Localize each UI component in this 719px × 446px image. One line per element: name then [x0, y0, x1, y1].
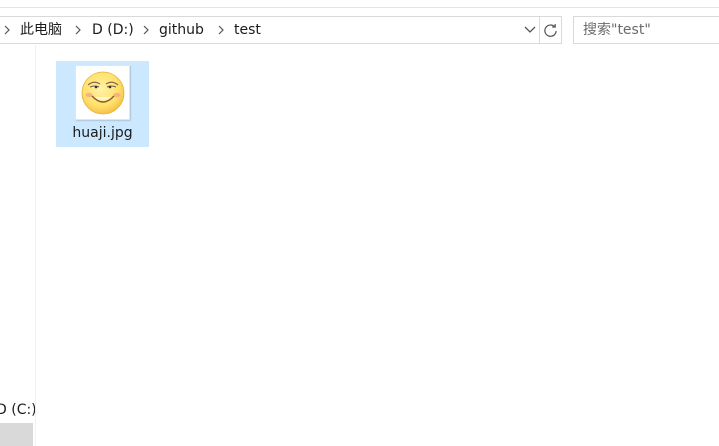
breadcrumb-item-test[interactable]: test [234, 21, 261, 39]
search-box[interactable] [573, 16, 719, 44]
breadcrumb-item-github[interactable]: github [159, 21, 204, 39]
breadcrumb-item-this-pc[interactable]: 此电脑 [20, 21, 62, 39]
search-input[interactable] [583, 21, 719, 39]
chevron-right-icon[interactable] [0, 17, 14, 43]
chevron-down-icon[interactable] [520, 17, 540, 43]
address-bar[interactable]: 此电脑 D (D:) github test [0, 16, 562, 44]
refresh-icon[interactable] [540, 17, 561, 43]
file-item[interactable]: huaji.jpg [56, 61, 149, 147]
file-list-area[interactable]: huaji.jpg [37, 45, 719, 446]
nav-item-drive[interactable]: D (C:) [0, 401, 35, 419]
ribbon-edge [0, 0, 719, 8]
chevron-right-icon[interactable] [214, 17, 228, 43]
chevron-right-icon[interactable] [139, 17, 153, 43]
huaji-thumbnail-icon [75, 65, 130, 120]
nav-item-selected[interactable] [0, 423, 33, 446]
file-explorer-window: 此电脑 D (D:) github test D (C:) [0, 0, 719, 446]
chevron-right-icon[interactable] [71, 17, 85, 43]
file-name: huaji.jpg [72, 125, 133, 141]
navigation-pane[interactable]: D (C:) [0, 45, 36, 446]
breadcrumb-item-drive-d[interactable]: D (D:) [92, 21, 134, 39]
